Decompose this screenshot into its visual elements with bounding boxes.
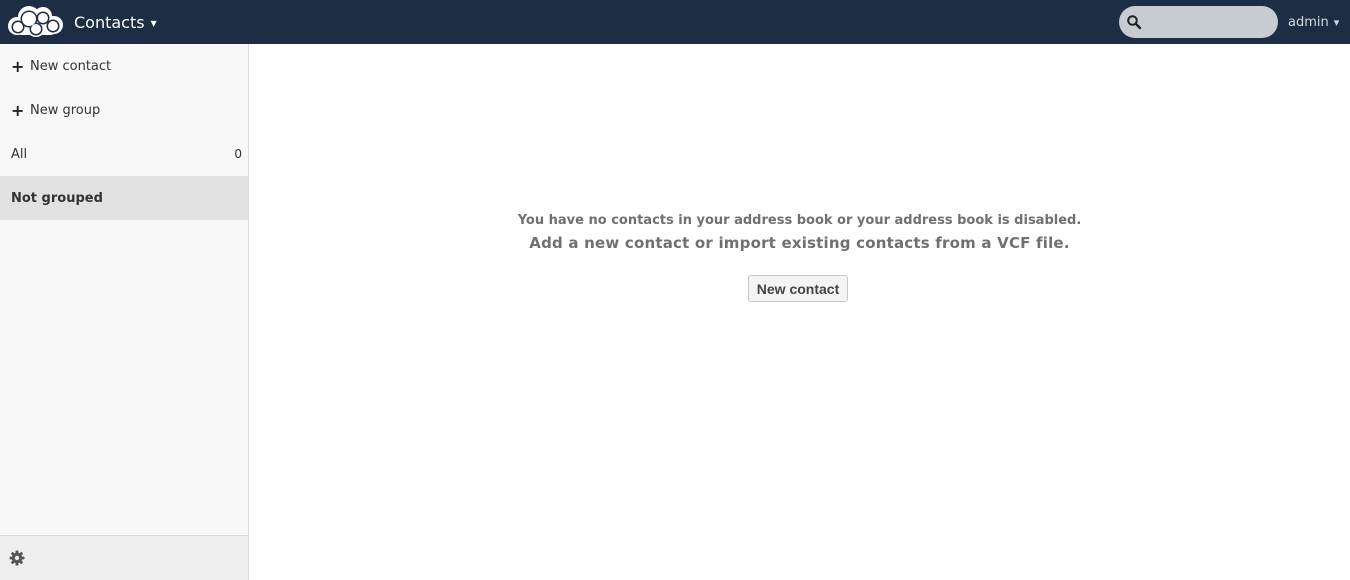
top-header-bar: Contacts ▾ admin ▾ <box>0 0 1350 44</box>
user-name: admin <box>1288 14 1329 30</box>
new-group-nav-button[interactable]: + New group <box>0 88 248 132</box>
gear-icon[interactable] <box>9 550 25 566</box>
empty-state-line-1: You have no contacts in your address boo… <box>517 213 1082 228</box>
sidebar-item-all[interactable]: All 0 <box>0 132 248 176</box>
plus-icon: + <box>11 100 25 120</box>
new-group-label: New group <box>30 102 101 118</box>
empty-state-line-2: Add a new contact or import existing con… <box>529 234 1070 252</box>
owncloud-logo-icon[interactable] <box>4 4 66 38</box>
sidebar-settings-footer <box>0 535 248 580</box>
group-count: 0 <box>234 147 242 161</box>
chevron-down-icon: ▾ <box>1333 15 1340 29</box>
sidebar-item-not-grouped[interactable]: Not grouped <box>0 176 248 220</box>
sidebar: + New contact + New group All 0 Not grou… <box>0 44 249 580</box>
app-title: Contacts <box>74 12 145 32</box>
chevron-down-icon: ▾ <box>150 15 157 30</box>
group-label: All <box>11 146 28 162</box>
app-menu[interactable]: Contacts ▾ <box>74 0 157 44</box>
group-label: Not grouped <box>11 190 103 206</box>
empty-state-message: You have no contacts in your address boo… <box>249 212 1350 254</box>
new-contact-button[interactable]: New contact <box>748 275 848 302</box>
user-menu[interactable]: admin ▾ <box>1288 0 1339 44</box>
main-content: You have no contacts in your address boo… <box>249 44 1350 580</box>
search-input[interactable] <box>1119 6 1278 38</box>
plus-icon: + <box>11 56 25 76</box>
new-contact-label: New contact <box>30 58 112 74</box>
new-contact-nav-button[interactable]: + New contact <box>0 44 248 88</box>
